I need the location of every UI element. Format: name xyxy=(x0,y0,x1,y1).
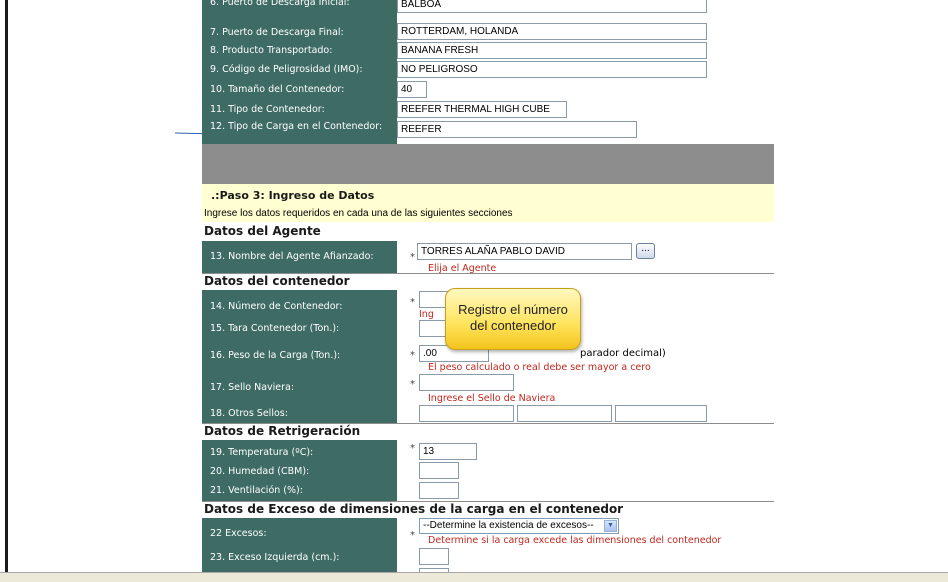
ventilacion-label: 21. Ventilación (%): xyxy=(210,485,303,496)
temperatura-input[interactable]: 13 xyxy=(419,443,477,460)
otros-sello-input-3[interactable] xyxy=(615,405,707,422)
gray-separator-band xyxy=(202,144,774,184)
sello-input[interactable] xyxy=(419,374,514,391)
otros-sello-input-1[interactable] xyxy=(419,405,514,422)
field-8-label: 8. Producto Transportado: xyxy=(210,45,333,56)
callout-annotation: Registro el número del contenedor xyxy=(445,288,581,350)
paso-subtitle: Ingrese los datos requeridos en cada una… xyxy=(204,208,513,219)
numero-required-mark: * xyxy=(410,297,415,308)
otros-sellos-label: 18. Otros Sellos: xyxy=(210,408,288,419)
peso-label: 16. Peso de la Carga (Ton.): xyxy=(210,350,341,361)
form-panel: 6. Puerto de Descarga Inicial: BALBOA 7.… xyxy=(202,0,774,576)
field-9-label: 9. Código de Peligrosidad (IMO): xyxy=(210,64,363,75)
field-11-input[interactable]: REEFER THERMAL HIGH CUBE xyxy=(397,101,567,118)
temperatura-label: 19. Temperatura (ºC): xyxy=(210,447,314,458)
field-6-input[interactable]: BALBOA xyxy=(397,0,707,13)
section-exceso: Datos de Exceso de dimensiones de la car… xyxy=(204,502,624,516)
section-agente: Datos del Agente xyxy=(204,224,321,238)
sello-label: 17. Sello Naviera: xyxy=(210,382,295,393)
field-10-input[interactable]: 40 xyxy=(397,81,427,98)
field-12-label: 12. Tipo de Carga en el Contenedor: xyxy=(210,121,383,132)
sello-hint: Ingrese el Sello de Naviera xyxy=(428,393,556,404)
field-6-label: 6. Puerto de Descarga Inicial: xyxy=(210,0,350,8)
excesos-hint: Determine si la carga excede las dimensi… xyxy=(428,535,722,546)
callout-line-2: del contenedor xyxy=(469,318,556,333)
paso-banner: .:Paso 3: Ingreso de Datos Ingrese los d… xyxy=(202,184,774,222)
peso-required-mark: * xyxy=(410,350,415,361)
paso-title: .:Paso 3: Ingreso de Datos xyxy=(211,189,375,202)
field-8-input[interactable]: BANANA FRESH xyxy=(397,42,707,59)
humedad-input[interactable] xyxy=(419,462,459,479)
agente-label: 13. Nombre del Agente Afianzado: xyxy=(210,251,374,262)
sello-required-mark: * xyxy=(410,379,415,390)
section-contenedor: Datos del contenedor xyxy=(204,274,350,288)
humedad-label: 20. Humedad (CBM): xyxy=(210,466,310,477)
field-7-label: 7. Puerto de Descarga Final: xyxy=(210,27,344,38)
excesos-label: 22 Excesos: xyxy=(210,528,267,539)
exceso-izquierda-input[interactable] xyxy=(419,548,449,565)
agente-lookup-button[interactable]: ... xyxy=(636,243,655,259)
field-7-input[interactable]: ROTTERDAM, HOLANDA xyxy=(397,23,707,40)
chevron-down-icon[interactable]: ▼ xyxy=(604,520,617,532)
ventilacion-input[interactable] xyxy=(419,482,459,499)
otros-sello-input-2[interactable] xyxy=(517,405,612,422)
excesos-selected-value: --Determine la existencia de excesos-- xyxy=(423,520,594,531)
temperatura-required-mark: * xyxy=(410,443,415,454)
numero-contenedor-label: 14. Número de Contenedor: xyxy=(210,301,343,312)
excesos-required-mark: * xyxy=(410,530,415,541)
field-11-label: 11. Tipo de Contenedor: xyxy=(210,104,325,115)
agente-input[interactable]: TORRES ALAÑA PABLO DAVID xyxy=(417,243,632,260)
field-12-input[interactable]: REEFER xyxy=(397,121,637,138)
peso-note: parador decimal) xyxy=(580,348,666,359)
field-10-label: 10. Tamaño del Contenedor: xyxy=(210,84,345,95)
numero-contenedor-hint: Ing xyxy=(419,309,434,320)
agente-required-mark: * xyxy=(410,252,415,263)
section-refrigeracion: Datos de Retrigeración xyxy=(204,424,361,438)
exceso-label-column xyxy=(202,518,397,572)
callout-line-1: Registro el número xyxy=(458,302,568,317)
excesos-select[interactable]: --Determine la existencia de excesos-- ▼ xyxy=(419,518,619,534)
tara-label: 15. Tara Contenedor (Ton.): xyxy=(210,323,340,334)
field-9-input[interactable]: NO PELIGROSO xyxy=(397,61,707,78)
peso-hint: El peso calculado o real debe ser mayor … xyxy=(428,362,651,373)
exceso-izquierda-label: 23. Exceso Izquierda (cm.): xyxy=(210,552,340,563)
